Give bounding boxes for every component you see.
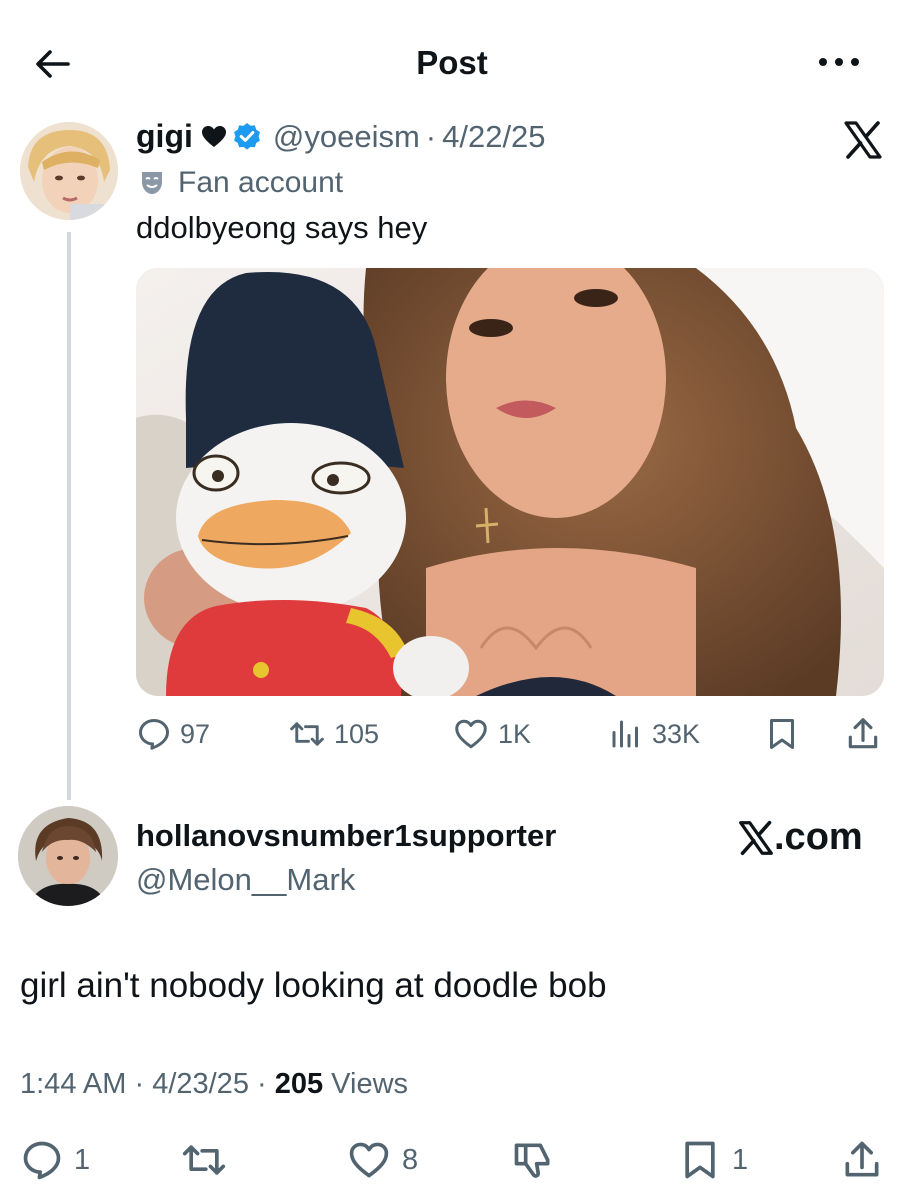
reply-views-count: 205 [274,1068,324,1100]
reply-button[interactable]: 1 [20,1135,90,1185]
reply-author-handle[interactable]: @Melon__Mark [136,862,355,898]
reply-text: girl ain't nobody looking at doodle bob [20,966,607,1005]
repost-count: 105 [334,718,380,749]
dislike-button[interactable] [510,1135,566,1185]
share-icon [848,718,878,749]
separator-dot: · [425,118,437,154]
source-domain: .com [774,816,863,858]
reply-button[interactable]: 97 [136,712,210,756]
reply-icon [23,1141,61,1180]
like-button[interactable]: 1K [452,712,531,756]
bookmark-button[interactable] [764,712,808,756]
views-icon [612,720,638,748]
bookmark-icon [770,719,794,749]
like-icon [349,1142,389,1178]
reply-views-label: Views [323,1068,409,1100]
like-button[interactable]: 8 [346,1135,418,1185]
post-photo[interactable] [136,268,884,696]
x-logo-icon [739,820,773,855]
more-icon [819,58,859,66]
reply-actions: 1 8 1 [0,1135,904,1185]
reply-count: 97 [180,718,211,749]
reply-author-name[interactable]: hollanovsnumber1supporter [136,818,556,854]
dislike-icon [514,1143,550,1178]
quoted-post-text: ddolbyeong says hey [136,210,428,245]
reply-time[interactable]: 1:44 AM [20,1068,126,1100]
separator-dot: · [126,1068,153,1100]
heart-emoji-icon [201,125,227,149]
share-button[interactable] [844,712,890,756]
bookmark-count: 1 [732,1143,749,1176]
bookmark-button[interactable]: 1 [678,1135,748,1185]
quoted-author-avatar[interactable] [20,122,118,220]
x-logo-icon [843,120,883,160]
verified-icon [231,121,263,153]
account-label: Fan account [140,166,343,200]
quoted-post-header: gigi @yoeeism · 4/22/25 [136,118,546,155]
share-button[interactable] [840,1135,894,1185]
repost-button[interactable] [180,1135,238,1185]
reply-date[interactable]: 4/23/25 [152,1068,249,1100]
top-bar: Post [0,0,904,120]
like-count: 8 [402,1143,419,1176]
like-count: 1K [498,718,532,749]
reply-meta: 1:44 AM · 4/23/25 · 205 Views [20,1068,408,1101]
quoted-post-date[interactable]: 4/22/25 [442,119,545,155]
views-count: 33K [652,718,701,749]
source-watermark: .com [738,816,863,859]
repost-icon [290,722,324,746]
quoted-author-name[interactable]: gigi [136,118,193,155]
quoted-author-handle[interactable]: @yoeeism [273,119,420,155]
reply-author-avatar[interactable] [18,806,118,906]
page-title: Post [416,44,488,81]
separator-dot: · [248,1068,275,1100]
bookmark-icon [685,1141,715,1179]
account-label-text: Fan account [178,166,344,199]
thread-connector-line [67,232,71,800]
share-icon [845,1141,879,1177]
reply-icon [139,719,169,750]
quoted-post-actions: 97 105 1K 33K [136,712,884,756]
mask-icon [140,170,164,196]
repost-button[interactable]: 105 [288,712,379,756]
like-icon [455,719,487,749]
more-button[interactable] [814,42,864,82]
repost-icon [182,1145,226,1175]
reply-count: 1 [74,1143,91,1176]
views-button[interactable]: 33K [608,712,700,756]
